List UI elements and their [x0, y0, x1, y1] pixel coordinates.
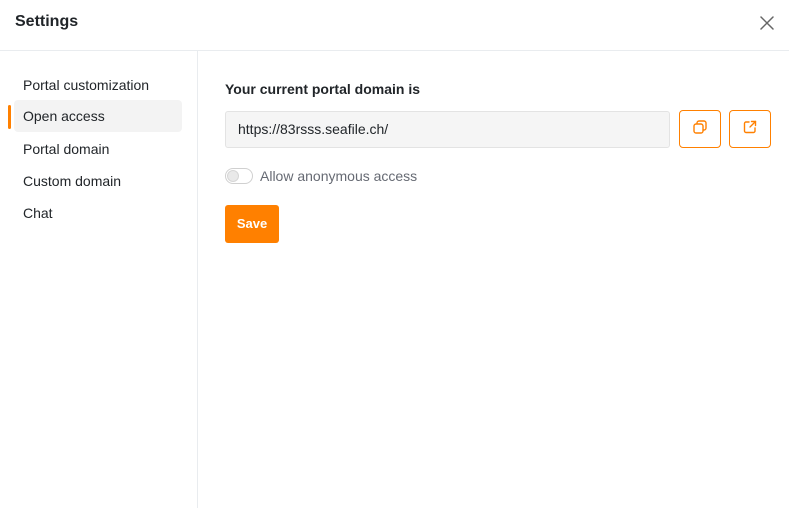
section-label: Your current portal domain is	[225, 81, 420, 97]
sidebar-item-label: Chat	[23, 205, 53, 221]
sidebar-item-label: Portal customization	[23, 77, 150, 93]
copy-icon	[692, 119, 708, 140]
open-link-button[interactable]	[729, 110, 771, 148]
settings-dialog: Settings Portal customization Open acces…	[0, 0, 789, 508]
dialog-title: Settings	[15, 13, 79, 30]
active-indicator	[8, 105, 11, 129]
copy-button[interactable]	[679, 110, 721, 148]
settings-sidebar: Portal customization Open access Portal …	[0, 51, 198, 508]
anonymous-access-toggle[interactable]	[225, 168, 253, 184]
sidebar-item-portal-customization[interactable]: Portal customization	[14, 69, 182, 101]
sidebar-item-chat[interactable]: Chat	[14, 197, 182, 229]
sidebar-item-label: Custom domain	[23, 173, 122, 189]
external-link-icon	[742, 119, 758, 140]
domain-url-field[interactable]: https://83rsss.seafile.ch/	[225, 111, 670, 148]
sidebar-item-label: Open access	[23, 108, 105, 124]
toggle-knob	[227, 170, 239, 182]
dialog-header: Settings	[0, 0, 789, 51]
save-button[interactable]: Save	[225, 205, 279, 243]
toggle-label: Allow anonymous access	[260, 168, 418, 184]
sidebar-item-label: Portal domain	[23, 141, 110, 157]
settings-main: Your current portal domain is https://83…	[199, 51, 789, 508]
close-icon[interactable]	[758, 14, 776, 32]
sidebar-item-custom-domain[interactable]: Custom domain	[14, 165, 182, 197]
sidebar-item-portal-domain[interactable]: Portal domain	[14, 133, 182, 165]
sidebar-item-open-access[interactable]: Open access	[14, 100, 182, 132]
